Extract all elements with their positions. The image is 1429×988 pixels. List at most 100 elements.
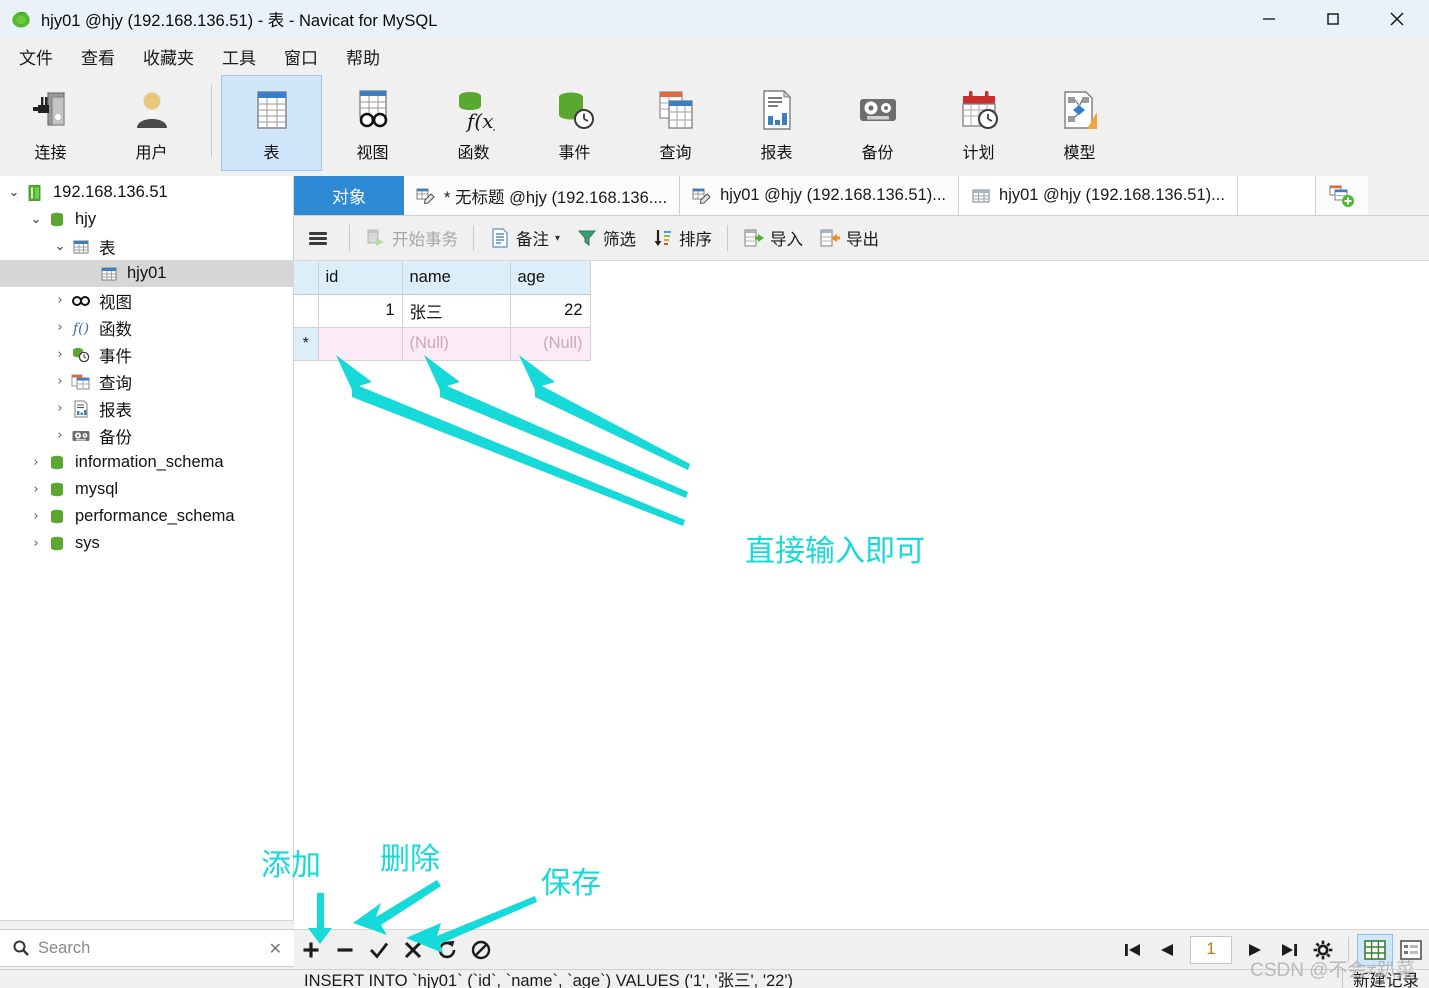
search-box[interactable]: ✕ — [0, 929, 294, 967]
data-grid-area[interactable]: id name age 1 张三 22 * (Null) (Null) — [294, 261, 1429, 929]
chevron-down-icon[interactable]: ⌄ — [50, 239, 70, 254]
tree-node-mysql[interactable]: › mysql — [0, 476, 293, 503]
note-button[interactable]: 备注 ▾ — [481, 221, 568, 255]
tree-node-functions[interactable]: › f() 函数 — [0, 314, 293, 341]
tree-node-backups[interactable]: › 备份 — [0, 422, 293, 449]
chevron-down-icon[interactable]: ⌄ — [26, 212, 46, 227]
chevron-right-icon[interactable]: › — [26, 455, 46, 470]
search-input[interactable] — [38, 938, 269, 958]
toolbar-backup[interactable]: 备份 — [827, 75, 928, 171]
function-icon: f() — [70, 318, 92, 338]
tree-node-views[interactable]: › 视图 — [0, 287, 293, 314]
begin-transaction-label: 开始事务 — [392, 231, 458, 249]
chevron-right-icon[interactable]: › — [50, 374, 70, 389]
chevron-right-icon[interactable]: › — [50, 320, 70, 335]
sort-button[interactable]: 排序 — [644, 221, 720, 255]
prev-page-button[interactable] — [1150, 933, 1184, 967]
toolbar-connection[interactable]: 连接 — [0, 75, 101, 171]
minimize-button[interactable] — [1237, 0, 1301, 37]
toolbar-view[interactable]: 视图 — [322, 75, 423, 171]
toolbar-user[interactable]: 用户 — [101, 75, 202, 171]
add-record-button[interactable] — [294, 933, 328, 967]
tree-node-queries[interactable]: › 查询 — [0, 368, 293, 395]
chevron-right-icon[interactable]: › — [26, 536, 46, 551]
tree-node-performance-schema[interactable]: › performance_schema — [0, 503, 293, 530]
tab-query-untitled[interactable]: * 无标题 @hjy (192.168.136.... — [404, 176, 681, 215]
page-number-input[interactable] — [1190, 935, 1232, 964]
chevron-right-icon[interactable]: › — [50, 347, 70, 362]
cancel-changes-button[interactable] — [396, 933, 430, 967]
filter-icon — [576, 228, 598, 249]
menu-tools[interactable]: 工具 — [211, 41, 267, 72]
column-header-id[interactable]: id — [318, 261, 403, 295]
export-button[interactable]: 导出 — [811, 221, 887, 255]
toolbar-function[interactable]: f(x) 函数 — [423, 75, 524, 171]
tree-node-events[interactable]: › 事件 — [0, 341, 293, 368]
delete-record-button[interactable] — [328, 933, 362, 967]
chevron-down-icon[interactable]: ⌄ — [4, 185, 24, 200]
tree-node-information-schema[interactable]: › information_schema — [0, 449, 293, 476]
cell-id-new[interactable] — [318, 327, 403, 361]
import-button[interactable]: 导入 — [735, 221, 811, 255]
toolbar-model[interactable]: 模型 — [1029, 75, 1130, 171]
tree-node-reports[interactable]: › 报表 — [0, 395, 293, 422]
menu-help[interactable]: 帮助 — [335, 41, 391, 72]
toolbar-schedule[interactable]: 计划 — [928, 75, 1029, 171]
column-header-name[interactable]: name — [402, 261, 511, 295]
toolbar-report[interactable]: 报表 — [726, 75, 827, 171]
toolbar-query[interactable]: 查询 — [625, 75, 726, 171]
cell-age-new[interactable]: (Null) — [510, 327, 591, 361]
tree-node-hjy[interactable]: ⌄ hjy — [0, 206, 293, 233]
tab-label: 对象 — [332, 188, 366, 207]
cell-id[interactable]: 1 — [318, 294, 403, 328]
tab-objects[interactable]: 对象 — [294, 176, 404, 215]
tab-query-hjy01[interactable]: hjy01 @hjy (192.168.136.51)... — [680, 176, 960, 215]
filter-button[interactable]: 筛选 — [568, 221, 644, 255]
menu-view[interactable]: 查看 — [70, 41, 126, 72]
cell-age[interactable]: 22 — [510, 294, 591, 328]
tree-node-sys[interactable]: › sys — [0, 530, 293, 557]
toolbar-divider — [349, 225, 350, 251]
stop-button[interactable] — [464, 933, 498, 967]
first-page-icon — [1125, 943, 1140, 956]
tree-node-server[interactable]: ⌄ 192.168.136.51 — [0, 179, 293, 206]
grid-menu-button[interactable] — [294, 221, 342, 255]
chevron-right-icon[interactable]: › — [26, 482, 46, 497]
new-tab-button[interactable] — [1315, 176, 1368, 215]
chevron-right-icon[interactable]: › — [50, 428, 70, 443]
toolbar-divider — [727, 225, 729, 251]
filter-label: 筛选 — [603, 231, 637, 249]
menu-file[interactable]: 文件 — [8, 41, 64, 72]
toolbar-event[interactable]: 事件 — [524, 75, 625, 171]
cell-name-new[interactable]: (Null) — [402, 327, 511, 361]
chevron-right-icon[interactable]: › — [26, 509, 46, 524]
hamburger-menu-icon — [309, 232, 327, 245]
column-header-age[interactable]: age — [510, 261, 591, 295]
chevron-right-icon[interactable]: › — [50, 401, 70, 416]
tree-node-tables[interactable]: ⌄ 表 — [0, 233, 293, 260]
row-gutter-new[interactable]: * — [294, 327, 319, 361]
chevron-right-icon[interactable]: › — [50, 293, 70, 308]
menu-favorites[interactable]: 收藏夹 — [132, 41, 205, 72]
tab-label: * 无标题 @hjy (192.168.136.... — [444, 188, 668, 207]
tab-table-hjy01[interactable]: hjy01 @hjy (192.168.136.51)... — [959, 176, 1238, 215]
menu-window[interactable]: 窗口 — [273, 41, 329, 72]
table-row-new[interactable]: * (Null) (Null) — [294, 327, 591, 361]
refresh-button[interactable] — [430, 933, 464, 967]
chevron-down-icon[interactable]: ▾ — [555, 233, 560, 244]
first-page-button[interactable] — [1116, 933, 1150, 967]
cell-name[interactable]: 张三 — [402, 294, 511, 328]
begin-transaction-button[interactable]: 开始事务 — [357, 221, 466, 255]
sort-label: 排序 — [679, 231, 713, 249]
table-row[interactable]: 1 张三 22 — [294, 294, 591, 328]
toolbar-function-label: 函数 — [457, 145, 490, 162]
apply-changes-button[interactable] — [362, 933, 396, 967]
tree-node-hjy01[interactable]: hjy01 — [0, 260, 293, 287]
close-icon[interactable]: ✕ — [269, 939, 282, 958]
maximize-button[interactable] — [1301, 0, 1365, 37]
cross-icon — [404, 941, 422, 958]
tree-label: 视图 — [99, 293, 132, 312]
toolbar-table[interactable]: 表 — [221, 75, 322, 171]
row-gutter[interactable] — [294, 294, 319, 328]
close-button[interactable] — [1365, 0, 1429, 37]
